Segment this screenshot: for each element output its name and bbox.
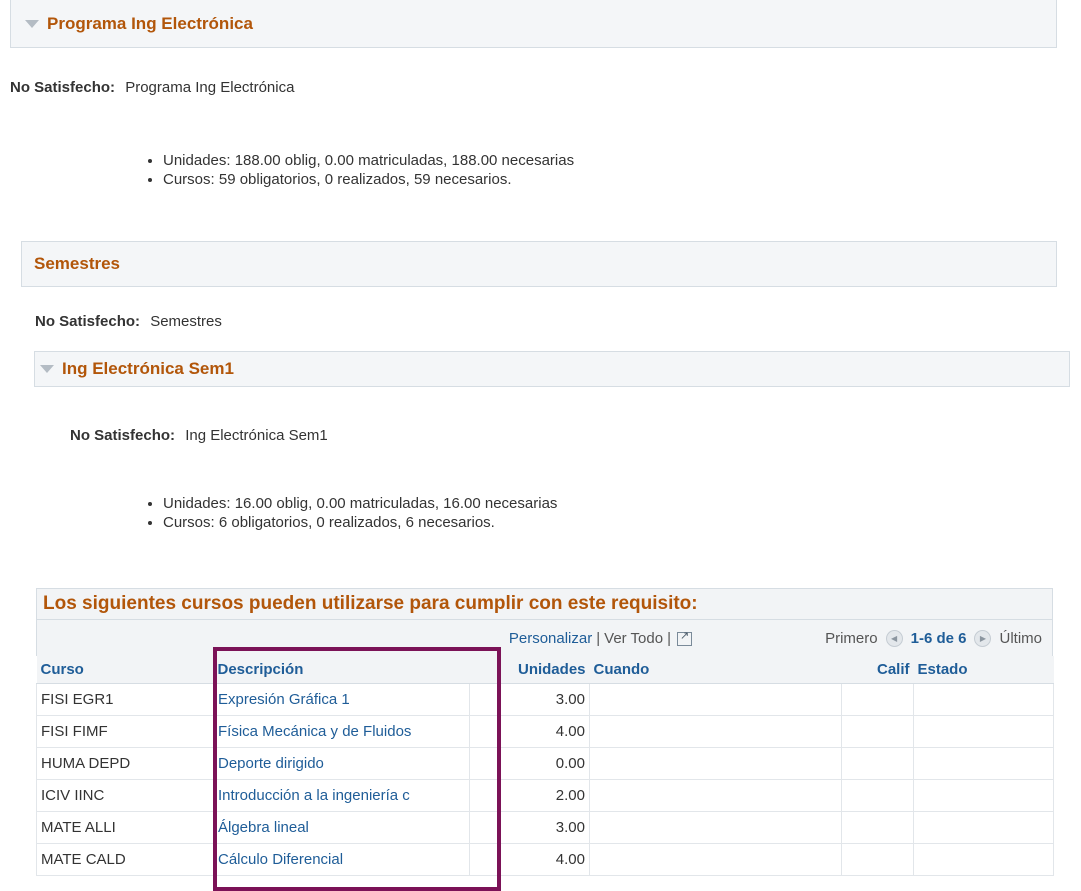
course-when xyxy=(589,779,842,812)
program-section-header[interactable]: Programa Ing Electrónica xyxy=(10,0,1057,48)
course-units: 3.00 xyxy=(469,811,590,844)
col-curso: Curso xyxy=(36,656,214,684)
status-label: No Satisfecho: xyxy=(70,427,176,444)
course-units: 0.00 xyxy=(469,747,590,780)
semestres-title: Semestres xyxy=(34,254,121,273)
status-value: Programa Ing Electrónica xyxy=(125,79,295,96)
course-status xyxy=(913,747,1054,780)
grid-navigation: Personalizar|Ver Todo| Primero ◀ 1-6 de … xyxy=(36,620,1053,656)
pager: Primero ◀ 1-6 de 6 ▶ Último xyxy=(825,630,1042,647)
course-when xyxy=(589,683,842,716)
table-row: ICIV IINC Introducción a la ingeniería c… xyxy=(36,779,1054,812)
popup-window-icon[interactable] xyxy=(677,629,692,647)
table-row: MATE CALD Cálculo Diferencial 4.00 xyxy=(36,843,1054,876)
view-all-link[interactable]: Ver Todo xyxy=(604,630,663,647)
course-grade xyxy=(841,715,914,748)
course-code: FISI EGR1 xyxy=(36,683,214,716)
table-row: FISI FIMF Física Mecánica y de Fluidos 4… xyxy=(36,715,1054,748)
course-when xyxy=(589,715,842,748)
col-estado: Estado xyxy=(913,656,1054,684)
col-cuando: Cuando xyxy=(589,656,842,684)
collapse-triangle-icon[interactable] xyxy=(25,19,39,28)
course-description-link[interactable]: Física Mecánica y de Fluidos xyxy=(213,715,470,748)
semestres-status: No Satisfecho: Semestres xyxy=(35,313,222,330)
col-descripcion: Descripción xyxy=(213,656,470,684)
course-grade xyxy=(841,779,914,812)
last-link[interactable]: Último xyxy=(999,630,1042,647)
course-units: 4.00 xyxy=(469,715,590,748)
col-calif: Calif xyxy=(841,656,914,684)
next-arrow-icon[interactable]: ▶ xyxy=(974,630,992,647)
course-description-link[interactable]: Cálculo Diferencial xyxy=(213,843,470,876)
course-grade xyxy=(841,683,914,716)
course-status xyxy=(913,779,1054,812)
fact-units: Unidades: 188.00 oblig, 0.00 matriculada… xyxy=(163,151,574,170)
col-unidades: Unidades xyxy=(469,656,590,684)
course-status xyxy=(913,843,1054,876)
course-description-link[interactable]: Introducción a la ingeniería c xyxy=(213,779,470,812)
course-units: 3.00 xyxy=(469,683,590,716)
status-label: No Satisfecho: xyxy=(35,313,141,330)
course-units: 2.00 xyxy=(469,779,590,812)
course-units: 4.00 xyxy=(469,843,590,876)
course-status xyxy=(913,715,1054,748)
course-code: FISI FIMF xyxy=(36,715,214,748)
personalize-link[interactable]: Personalizar xyxy=(509,630,592,647)
course-description-link[interactable]: Deporte dirigido xyxy=(213,747,470,780)
grid-links: Personalizar | Ver Todo | xyxy=(509,629,692,647)
grid-title: Los siguientes cursos pueden utilizarse … xyxy=(36,588,1053,620)
semestres-section-header: Semestres xyxy=(21,241,1057,287)
course-code: MATE CALD xyxy=(36,843,214,876)
course-when xyxy=(589,747,842,780)
row-range: 1-6 de 6 xyxy=(910,630,967,647)
status-label: No Satisfecho: xyxy=(10,79,116,96)
course-code: HUMA DEPD xyxy=(36,747,214,780)
program-title: Programa Ing Electrónica xyxy=(47,13,253,33)
course-grade xyxy=(841,811,914,844)
table-row: MATE ALLI Álgebra lineal 3.00 xyxy=(36,811,1054,844)
sem1-title: Ing Electrónica Sem1 xyxy=(62,359,234,378)
sem1-status: No Satisfecho: Ing Electrónica Sem1 xyxy=(70,427,328,444)
course-when xyxy=(589,843,842,876)
collapse-triangle-icon[interactable] xyxy=(40,365,54,373)
course-grade xyxy=(841,843,914,876)
first-link[interactable]: Primero xyxy=(825,630,878,647)
status-value: Semestres xyxy=(150,313,222,330)
program-facts: Unidades: 188.00 oblig, 0.00 matriculada… xyxy=(145,151,574,189)
course-code: MATE ALLI xyxy=(36,811,214,844)
course-status xyxy=(913,811,1054,844)
course-status xyxy=(913,683,1054,716)
course-grade xyxy=(841,747,914,780)
status-value: Ing Electrónica Sem1 xyxy=(185,427,328,444)
table-row: HUMA DEPD Deporte dirigido 0.00 xyxy=(36,747,1054,780)
fact-units: Unidades: 16.00 oblig, 0.00 matriculadas… xyxy=(163,494,557,513)
sem1-section-header[interactable]: Ing Electrónica Sem1 xyxy=(34,351,1070,387)
fact-courses: Cursos: 6 obligatorios, 0 realizados, 6 … xyxy=(163,513,557,532)
course-code: ICIV IINC xyxy=(36,779,214,812)
sem1-facts: Unidades: 16.00 oblig, 0.00 matriculadas… xyxy=(145,494,557,532)
previous-arrow-icon[interactable]: ◀ xyxy=(885,630,903,647)
courses-table: Curso Descripción Unidades Cuando Calif … xyxy=(36,656,1054,876)
table-header-row: Curso Descripción Unidades Cuando Calif … xyxy=(36,656,1054,684)
course-description-link[interactable]: Álgebra lineal xyxy=(213,811,470,844)
fact-courses: Cursos: 59 obligatorios, 0 realizados, 5… xyxy=(163,170,574,189)
program-status: No Satisfecho: Programa Ing Electrónica xyxy=(10,79,294,96)
course-when xyxy=(589,811,842,844)
table-row: FISI EGR1 Expresión Gráfica 1 3.00 xyxy=(36,683,1054,716)
course-description-link[interactable]: Expresión Gráfica 1 xyxy=(213,683,470,716)
